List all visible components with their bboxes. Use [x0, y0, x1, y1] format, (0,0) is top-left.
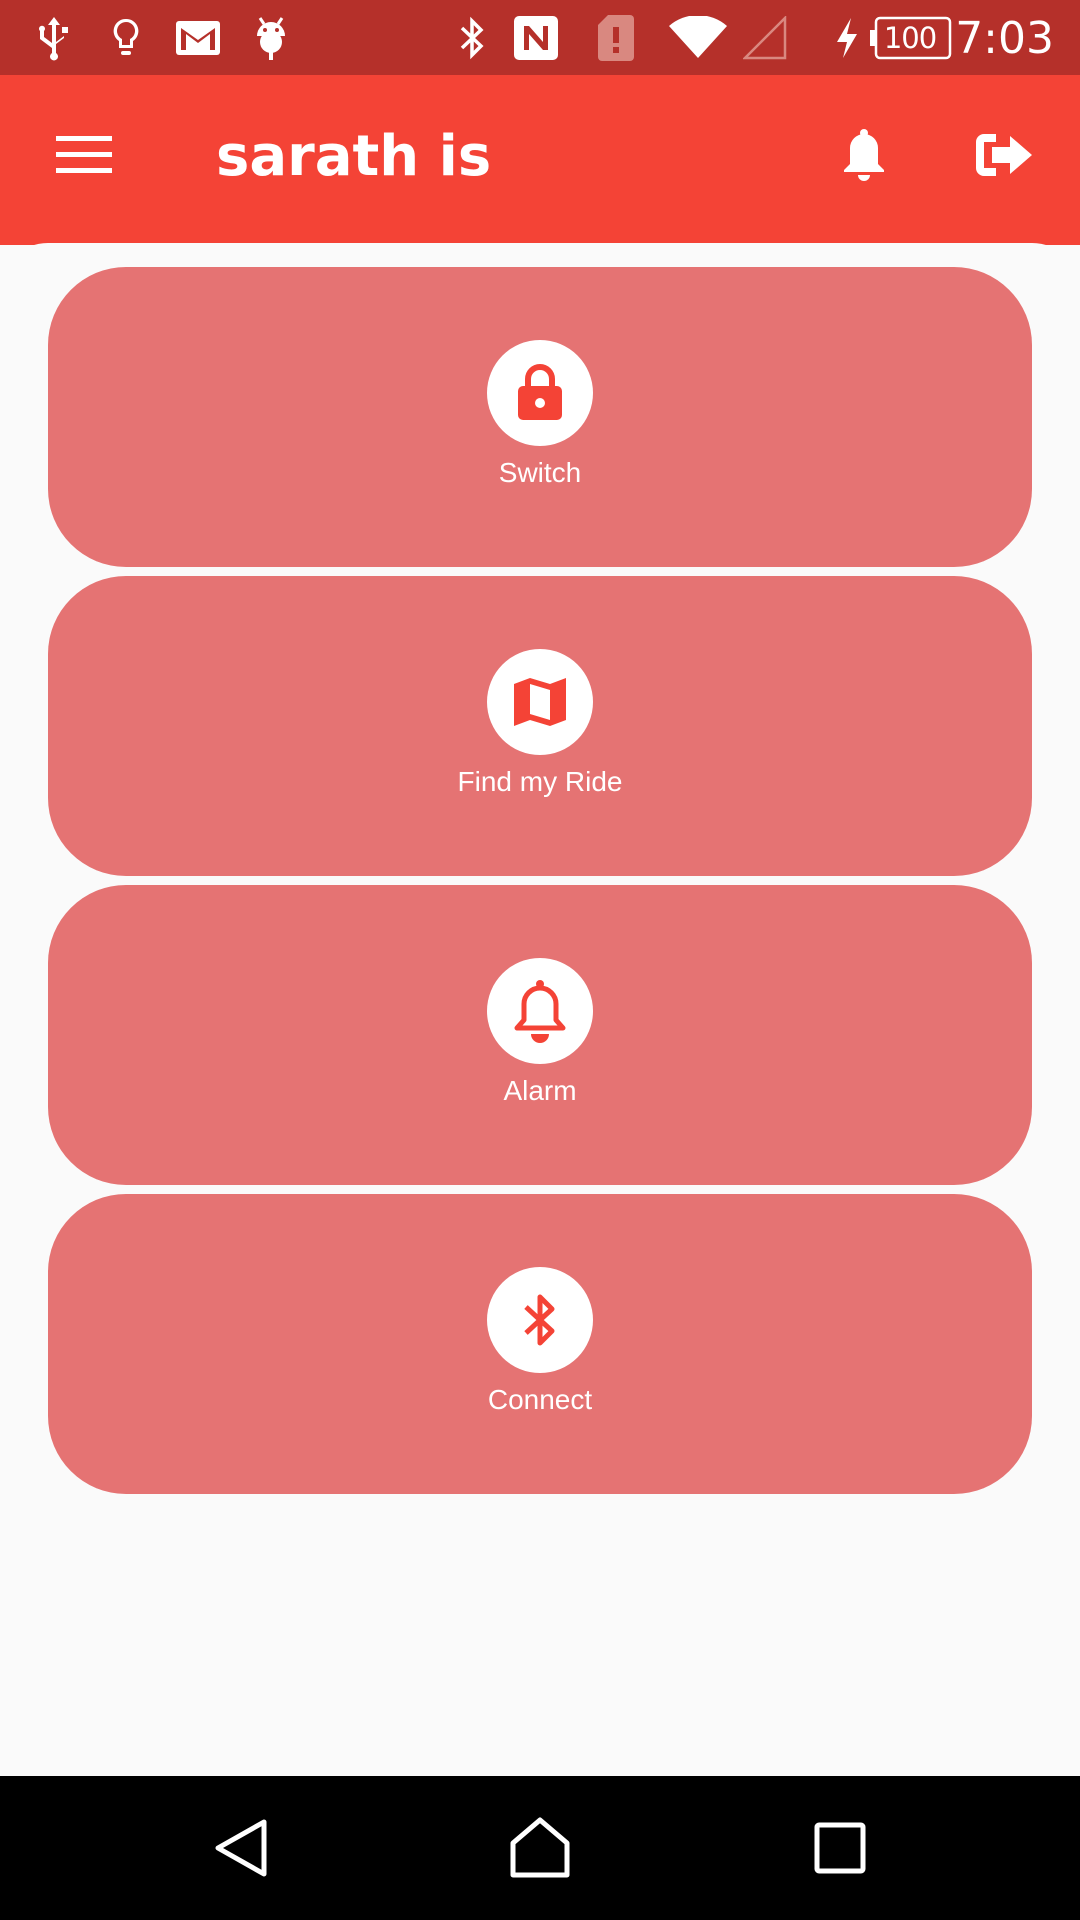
- switch-label: Switch: [498, 457, 582, 488]
- bluetooth-icon: [524, 1294, 555, 1346]
- logout-button[interactable]: [960, 120, 1048, 190]
- notifications-button[interactable]: [820, 120, 908, 190]
- connect-label: Connect: [487, 1384, 593, 1415]
- page-title: sarath is: [216, 124, 492, 189]
- find-my-ride-label: Find my Ride: [457, 766, 623, 797]
- gmail-icon: [174, 13, 222, 63]
- navigation-bar: [0, 1776, 1080, 1920]
- main-content: Switch Find my Ride Alarm Connect: [0, 243, 1080, 1776]
- map-icon: [514, 678, 566, 726]
- switch-card[interactable]: Switch: [48, 267, 1032, 567]
- menu-button[interactable]: [40, 120, 128, 190]
- nfc-icon: [510, 13, 562, 63]
- bell-icon: [844, 129, 884, 181]
- home-icon: [510, 1817, 570, 1878]
- sim-alert-icon: [594, 13, 638, 63]
- bluetooth-icon: [454, 13, 490, 63]
- back-icon: [215, 1819, 267, 1877]
- bell-icon: [514, 980, 566, 1043]
- alarm-label: Alarm: [503, 1075, 577, 1106]
- lock-icon: [518, 364, 562, 420]
- find-my-ride-icon-circle: [487, 649, 593, 755]
- connect-card[interactable]: Connect: [48, 1194, 1032, 1494]
- wifi-icon: [668, 13, 728, 63]
- status-bar: 100 7:03: [0, 0, 1080, 75]
- alarm-card[interactable]: Alarm: [48, 885, 1032, 1185]
- recents-icon: [814, 1822, 866, 1874]
- connect-icon-circle: [487, 1267, 593, 1373]
- back-button[interactable]: [182, 1798, 302, 1898]
- find-my-ride-card[interactable]: Find my Ride: [48, 576, 1032, 876]
- charging-icon: [832, 13, 862, 63]
- switch-icon-circle: [487, 340, 593, 446]
- battery-icon: 100: [868, 13, 952, 63]
- logout-icon: [976, 134, 1032, 176]
- battery-level: 100: [883, 21, 937, 55]
- menu-icon: [56, 136, 112, 173]
- usb-icon: [34, 13, 74, 63]
- lightbulb-icon: [106, 13, 146, 63]
- cell-signal-icon: [742, 13, 788, 63]
- app-bar: sarath is: [0, 75, 1080, 245]
- home-button[interactable]: [480, 1798, 600, 1898]
- clock: 7:03: [955, 13, 1054, 64]
- alarm-icon-circle: [487, 958, 593, 1064]
- android-icon: [250, 13, 292, 63]
- recents-button[interactable]: [780, 1798, 900, 1898]
